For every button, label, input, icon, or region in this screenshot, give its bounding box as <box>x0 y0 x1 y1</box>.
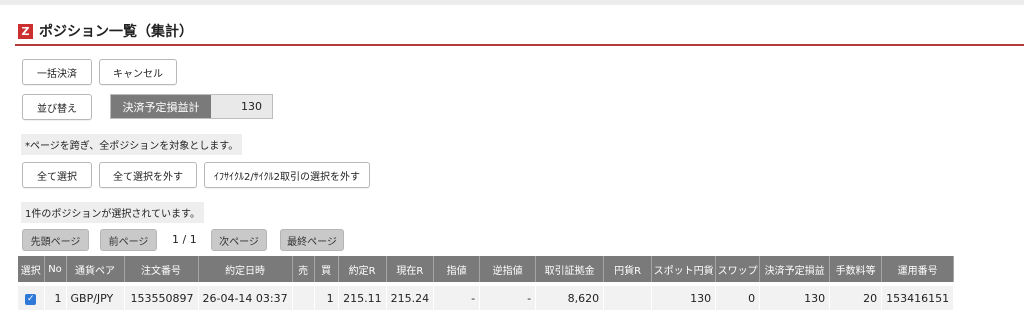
top-strip <box>0 0 1024 5</box>
row-checkbox[interactable]: ✓ <box>25 294 37 305</box>
table-header-row: 選択 No 通貨ペア 注文番号 約定日時 売 買 約定R 現在R 指値 逆指値 … <box>18 256 955 284</box>
cross-page-note: *ページを跨ぎ、全ポジションを対象とします。 <box>21 134 243 155</box>
col-header-operation-no[interactable]: 運用番号 <box>881 256 955 284</box>
cell-stop: - <box>479 282 537 310</box>
cell-yen-rate <box>603 282 653 310</box>
page-header: Z ポジション一覧（集計） <box>18 20 193 42</box>
cancel-button[interactable]: キャンセル <box>99 59 177 85</box>
cell-no: 1 <box>44 282 67 310</box>
cell-swap: 0 <box>715 282 761 310</box>
next-page-button[interactable]: 次ページ <box>211 229 267 251</box>
cell-exec-rate: 215.11 <box>338 282 387 310</box>
col-header-swap[interactable]: スワップ <box>715 256 761 284</box>
page-title: ポジション一覧（集計） <box>39 24 193 40</box>
cell-current-rate: 215.24 <box>386 282 435 310</box>
col-header-sell[interactable]: 売 <box>292 256 315 284</box>
planned-pl-value: 130 <box>211 95 272 118</box>
col-header-buy[interactable]: 買 <box>314 256 339 284</box>
last-page-button[interactable]: 最終ページ <box>280 229 344 251</box>
cycle-deselect-button[interactable]: ｲﾌｻｲｸﾙ2/ｻｲｸﾙ2取引の選択を外す <box>204 162 370 188</box>
select-all-button[interactable]: 全て選択 <box>22 162 92 188</box>
cell-sell <box>292 282 315 310</box>
cell-margin: 8,620 <box>535 282 605 310</box>
row-select-cell[interactable]: ✓ <box>18 282 45 310</box>
deselect-all-button[interactable]: 全て選択を外す <box>99 162 197 188</box>
brand-z-icon: Z <box>18 23 33 39</box>
col-header-current-rate[interactable]: 現在R <box>386 256 435 284</box>
cell-exec-datetime: 26-04-14 03:37 <box>198 282 293 310</box>
col-header-exec-datetime[interactable]: 約定日時 <box>198 256 293 284</box>
col-header-stop[interactable]: 逆指値 <box>479 256 537 284</box>
first-page-button[interactable]: 先頭ページ <box>22 229 89 251</box>
bulk-settle-button[interactable]: 一括決済 <box>22 59 92 85</box>
col-header-pair[interactable]: 通貨ペア <box>66 256 125 284</box>
col-header-exec-rate[interactable]: 約定R <box>338 256 387 284</box>
cell-operation-no: 153416151 <box>881 282 955 310</box>
col-header-spot-yen[interactable]: スポット円貨 <box>651 256 717 284</box>
positions-table: 選択 No 通貨ペア 注文番号 約定日時 売 買 約定R 現在R 指値 逆指値 … <box>18 256 955 310</box>
table-row[interactable]: ✓ 1 GBP/JPY 153550897 26-04-14 03:37 1 2… <box>18 282 955 310</box>
cell-order-no: 153550897 <box>124 282 199 310</box>
col-header-no[interactable]: No <box>44 256 67 284</box>
planned-pl-label: 決済予定損益計 <box>111 95 211 118</box>
col-header-order-no[interactable]: 注文番号 <box>124 256 199 284</box>
col-header-limit[interactable]: 指値 <box>433 256 481 284</box>
sort-button[interactable]: 並び替え <box>22 94 92 120</box>
col-header-fees[interactable]: 手数料等 <box>829 256 883 284</box>
cell-limit: - <box>433 282 481 310</box>
selected-count-note: 1件のポジションが選択されています。 <box>21 202 205 223</box>
planned-pl-summary: 決済予定損益計 130 <box>110 94 273 119</box>
col-header-select[interactable]: 選択 <box>18 256 45 284</box>
col-header-margin[interactable]: 取引証拠金 <box>535 256 605 284</box>
cell-spot-yen: 130 <box>651 282 717 310</box>
title-divider <box>15 44 1024 46</box>
cell-buy: 1 <box>314 282 339 310</box>
col-header-planned-pl[interactable]: 決済予定損益 <box>759 256 831 284</box>
page-indicator: 1 / 1 <box>172 233 197 246</box>
cell-fees: 20 <box>829 282 883 310</box>
cell-pair: GBP/JPY <box>66 282 125 310</box>
cell-planned-pl: 130 <box>759 282 831 310</box>
col-header-yen-rate[interactable]: 円貨R <box>603 256 653 284</box>
prev-page-button[interactable]: 前ページ <box>100 229 157 251</box>
